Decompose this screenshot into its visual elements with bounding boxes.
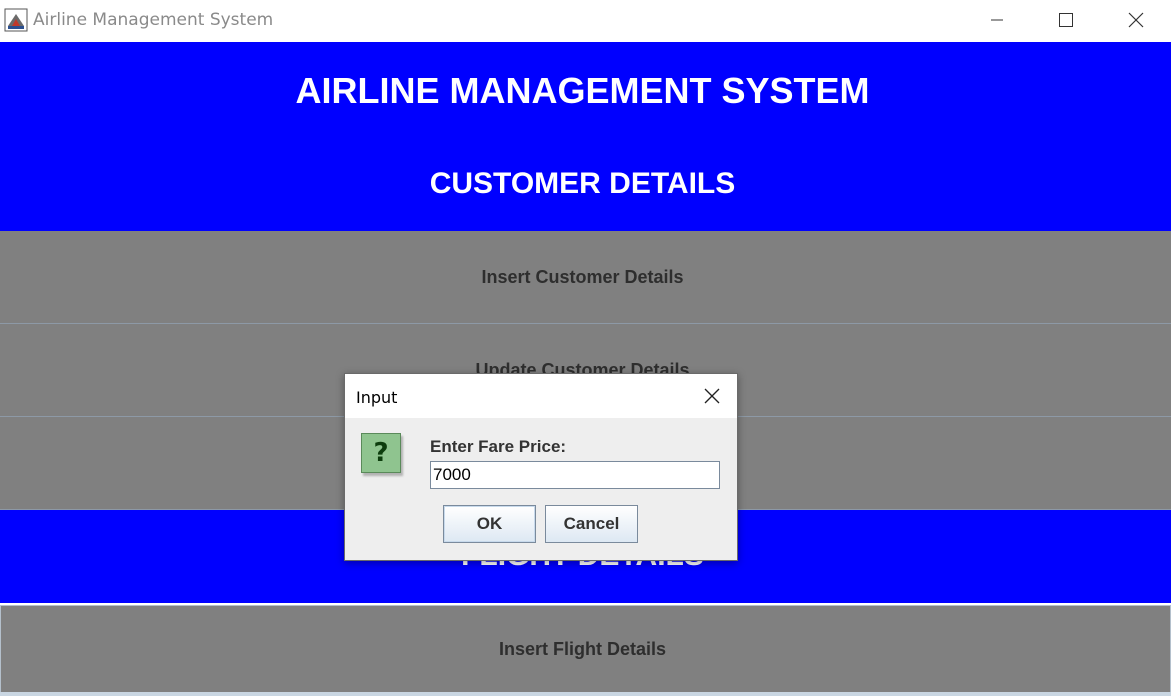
dialog-title: Input	[356, 388, 398, 407]
cancel-button[interactable]: Cancel	[545, 505, 638, 543]
maximize-button[interactable]	[1031, 0, 1101, 40]
dialog-close-button[interactable]	[697, 382, 727, 410]
insert-flight-button[interactable]: Insert Flight Details	[0, 605, 1171, 694]
app-heading: AIRLINE MANAGEMENT SYSTEM	[295, 70, 870, 111]
ok-button[interactable]: OK	[443, 505, 536, 543]
close-button[interactable]	[1101, 0, 1171, 40]
question-icon: ?	[361, 433, 401, 473]
input-dialog: Input ? Enter Fare Price: OK Cancel	[344, 373, 738, 561]
minimize-icon	[991, 19, 1003, 21]
window-title: Airline Management System	[33, 10, 274, 30]
divider	[0, 692, 1171, 696]
close-icon	[1128, 12, 1144, 28]
dialog-title-bar[interactable]: Input	[345, 374, 737, 418]
maximize-icon	[1059, 13, 1073, 27]
header-panel: AIRLINE MANAGEMENT SYSTEM CUSTOMER DETAI…	[0, 42, 1171, 231]
main-window: Airline Management System AIRLINE MANAGE…	[0, 0, 1171, 696]
close-icon	[704, 388, 720, 404]
content-pane: AIRLINE MANAGEMENT SYSTEM CUSTOMER DETAI…	[0, 42, 1171, 696]
insert-customer-button[interactable]: Insert Customer Details	[0, 231, 1171, 324]
fare-price-input[interactable]	[430, 461, 720, 489]
minimize-button[interactable]	[962, 0, 1032, 40]
title-bar[interactable]: Airline Management System	[0, 0, 1171, 42]
java-cup-icon	[4, 8, 28, 32]
customer-section-heading: CUSTOMER DETAILS	[429, 167, 736, 200]
fare-price-label: Enter Fare Price:	[430, 437, 567, 456]
